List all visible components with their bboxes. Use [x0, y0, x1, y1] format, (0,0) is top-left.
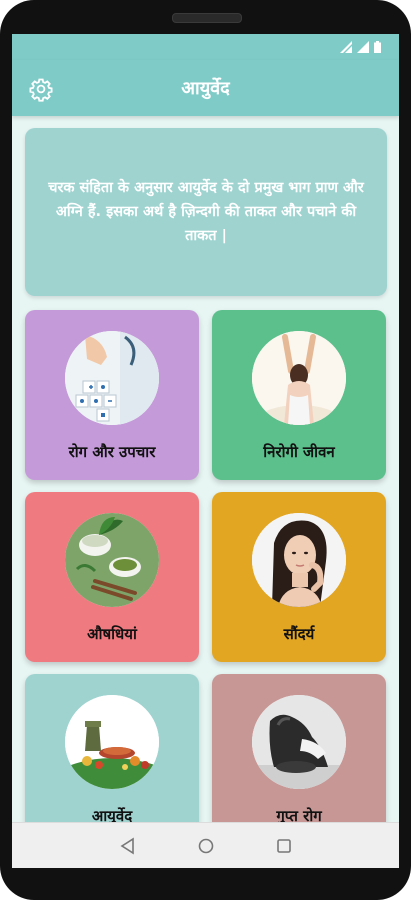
nav-back-button[interactable]: [118, 836, 138, 856]
wifi-icon: [340, 41, 352, 53]
battery-icon: [374, 41, 381, 53]
tile-healthy-life[interactable]: निरोगी जीवन: [212, 310, 386, 480]
status-bar: [12, 34, 399, 60]
tile-label: निरोगी जीवन: [263, 443, 335, 461]
speaker-grille: [172, 13, 242, 23]
phone-frame: आयुर्वेद चरक संहिता के अनुसार आयुर्वेद क…: [0, 0, 411, 900]
screen: आयुर्वेद चरक संहिता के अनुसार आयुर्वेद क…: [12, 34, 399, 868]
tile-label: रोग और उपचार: [68, 443, 156, 461]
app-bar: आयुर्वेद: [12, 60, 399, 116]
intro-text: चरक संहिता के अनुसार आयुर्वेद के दो प्रम…: [48, 180, 364, 244]
stretching-woman-image: [252, 331, 346, 425]
herbs-mortar-image: [65, 513, 159, 607]
circle-home-icon: [198, 838, 214, 854]
woman-portrait-image: [252, 513, 346, 607]
triangle-back-icon: [120, 837, 134, 855]
app-title: आयुर्वेद: [181, 78, 230, 99]
system-nav-bar: [12, 822, 399, 868]
tile-label: गुप्त रोग: [276, 807, 322, 822]
tile-label: सौंदर्य: [283, 625, 315, 643]
tile-medicines[interactable]: औषधियां: [25, 492, 199, 662]
square-recents-icon: [277, 839, 291, 853]
nav-home-button[interactable]: [196, 836, 216, 856]
sad-person-image: [252, 695, 346, 789]
tile-ayurveda[interactable]: आयुर्वेद: [25, 674, 199, 822]
ayurveda-spices-image: [65, 695, 159, 789]
tile-disease-treatment[interactable]: रोग और उपचार: [25, 310, 199, 480]
intro-card: चरक संहिता के अनुसार आयुर्वेद के दो प्रम…: [25, 128, 387, 296]
tile-beauty[interactable]: सौंदर्य: [212, 492, 386, 662]
doctor-image: [65, 331, 159, 425]
tile-label: औषधियां: [87, 625, 137, 643]
content-area[interactable]: चरक संहिता के अनुसार आयुर्वेद के दो प्रम…: [12, 116, 399, 822]
signal-icon: [357, 41, 369, 53]
nav-recents-button[interactable]: [274, 836, 294, 856]
tile-label: आयुर्वेद: [91, 807, 133, 822]
tile-secret-diseases[interactable]: गुप्त रोग: [212, 674, 386, 822]
